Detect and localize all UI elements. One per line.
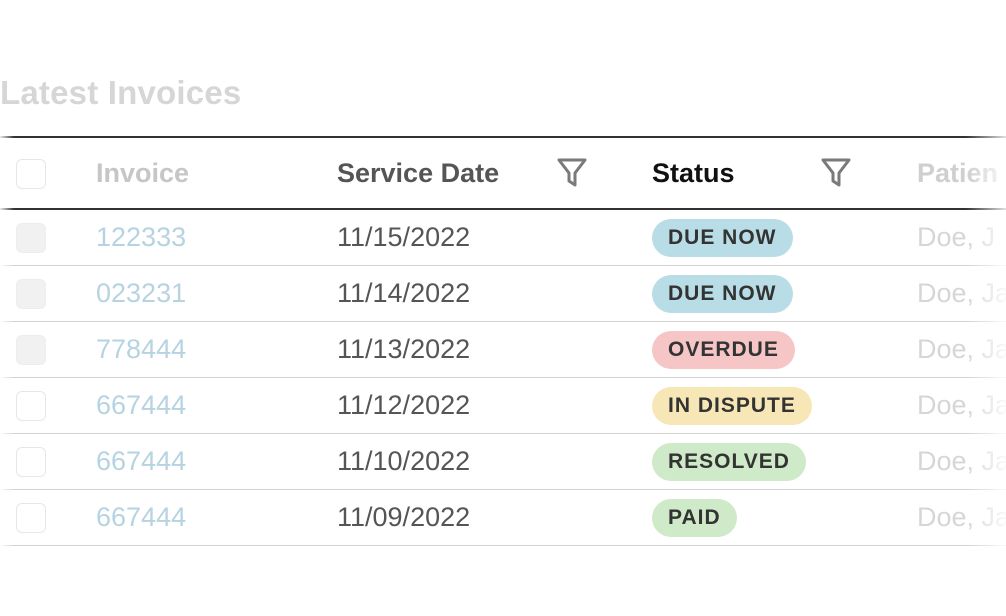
- patient-name: Doe, Ja: [917, 446, 1006, 476]
- row-checkbox[interactable]: [16, 503, 46, 533]
- invoices-table: Invoice Service Date Status Patien 12233…: [0, 136, 1006, 546]
- status-badge: OVERDUE: [652, 330, 795, 369]
- service-date: 11/13/2022: [337, 334, 471, 364]
- service-date: 11/14/2022: [337, 278, 471, 308]
- invoice-number-link[interactable]: 667444: [96, 490, 186, 545]
- status-badge: DUE NOW: [652, 218, 793, 257]
- invoice-number-link[interactable]: 667444: [96, 434, 186, 489]
- row-checkbox[interactable]: [16, 391, 46, 421]
- status-badge: RESOLVED: [652, 442, 806, 481]
- patient-name: Doe, J: [917, 222, 996, 252]
- table-row[interactable]: 122333 11/15/2022 DUE NOW Doe, J: [0, 210, 1006, 266]
- patient-name: Doe, Ja: [917, 390, 1006, 420]
- page-title: Latest Invoices: [0, 74, 242, 111]
- status-cell: DUE NOW: [652, 266, 793, 321]
- service-date: 11/09/2022: [337, 502, 471, 532]
- table-header: Invoice Service Date Status Patien: [0, 136, 1006, 210]
- service-date: 11/10/2022: [337, 446, 471, 476]
- row-checkbox[interactable]: [16, 447, 46, 477]
- status-cell: RESOLVED: [652, 434, 806, 489]
- invoice-number-link[interactable]: 023231: [96, 266, 186, 321]
- table-row[interactable]: 667444 11/12/2022 IN DISPUTE Doe, Ja: [0, 378, 1006, 434]
- column-header-service-date[interactable]: Service Date: [337, 138, 499, 208]
- status-badge: DUE NOW: [652, 274, 793, 313]
- row-checkbox[interactable]: [16, 335, 46, 365]
- filter-icon: [557, 158, 587, 187]
- row-checkbox[interactable]: [16, 223, 46, 253]
- service-date: 11/12/2022: [337, 390, 471, 420]
- status-cell: IN DISPUTE: [652, 378, 812, 433]
- table-row[interactable]: 667444 11/09/2022 PAID Doe, Ja: [0, 490, 1006, 546]
- invoice-number-link[interactable]: 778444: [96, 322, 186, 377]
- invoice-number-link[interactable]: 122333: [96, 210, 186, 265]
- patient-name: Doe, Ja: [917, 334, 1006, 364]
- status-filter-button[interactable]: [820, 138, 852, 208]
- patient-name: Doe, Ja: [917, 502, 1006, 532]
- filter-icon: [821, 158, 851, 187]
- column-header-invoice[interactable]: Invoice: [96, 138, 189, 208]
- invoice-number-link[interactable]: 667444: [96, 378, 186, 433]
- row-checkbox[interactable]: [16, 279, 46, 309]
- column-header-status[interactable]: Status: [652, 138, 735, 208]
- table-row[interactable]: 667444 11/10/2022 RESOLVED Doe, Ja: [0, 434, 1006, 490]
- table-row[interactable]: 778444 11/13/2022 OVERDUE Doe, Ja: [0, 322, 1006, 378]
- service-date: 11/15/2022: [337, 222, 471, 252]
- status-cell: PAID: [652, 490, 737, 545]
- status-badge: IN DISPUTE: [652, 386, 812, 425]
- column-header-patient[interactable]: Patien: [917, 138, 998, 208]
- invoices-panel: Latest Invoices Invoice Service Date Sta…: [0, 0, 1006, 616]
- status-cell: OVERDUE: [652, 322, 795, 377]
- service-date-filter-button[interactable]: [556, 138, 588, 208]
- patient-name: Doe, Ja: [917, 278, 1006, 308]
- select-all-checkbox[interactable]: [16, 159, 46, 189]
- status-cell: DUE NOW: [652, 210, 793, 265]
- status-badge: PAID: [652, 498, 737, 537]
- table-row[interactable]: 023231 11/14/2022 DUE NOW Doe, Ja: [0, 266, 1006, 322]
- table-body: 122333 11/15/2022 DUE NOW Doe, J 023231 11/14…: [0, 210, 1006, 546]
